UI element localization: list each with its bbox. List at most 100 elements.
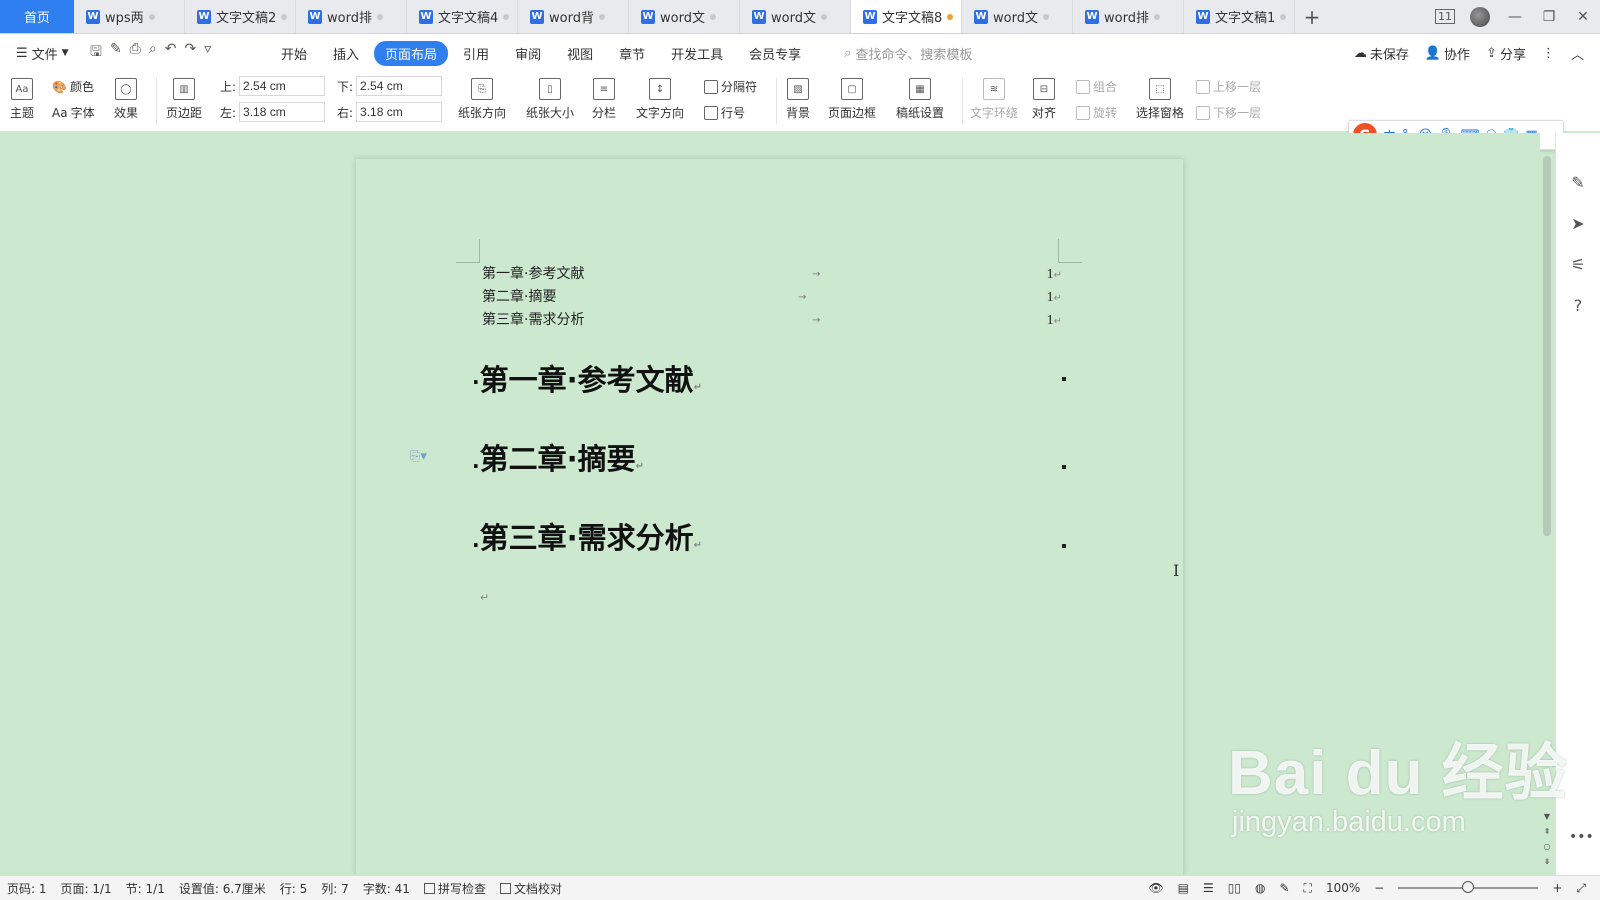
- text-direction-button[interactable]: ↕ 文字方向: [636, 78, 684, 121]
- fullscreen-icon[interactable]: ⤢: [1576, 881, 1586, 896]
- more-icon[interactable]: •••: [1569, 829, 1594, 845]
- selection-pane-button[interactable]: ⬚ 选择窗格: [1136, 78, 1184, 121]
- status-page-num[interactable]: 页码: 1: [0, 880, 54, 897]
- document-tab[interactable]: Wword文: [629, 0, 740, 33]
- menu-tab[interactable]: 引用: [452, 41, 500, 66]
- zoom-in-icon[interactable]: +: [1552, 881, 1562, 895]
- toc-entry[interactable]: 第二章·摘要 → 1↵: [482, 286, 1062, 309]
- document-tab[interactable]: W 文字文稿1: [1184, 0, 1295, 33]
- rotate-button[interactable]: 旋转: [1076, 104, 1117, 121]
- heading-3[interactable]: .第三章·需求分析↵: [472, 515, 702, 557]
- browse-object-icon[interactable]: ○: [1544, 842, 1551, 851]
- menu-tab[interactable]: 章节: [608, 41, 656, 66]
- customize-icon[interactable]: ▿: [204, 41, 211, 65]
- zoom-slider[interactable]: [1398, 881, 1539, 893]
- status-pages[interactable]: 页面: 1/1: [54, 880, 119, 897]
- tab-count-icon[interactable]: 11: [1428, 0, 1462, 34]
- status-position[interactable]: 设置值: 6.7厘米: [172, 880, 273, 897]
- fit-page-icon[interactable]: ⛶: [1304, 881, 1312, 896]
- margin-top-input[interactable]: [239, 76, 326, 96]
- eye-protection-icon[interactable]: 👁: [1148, 881, 1163, 895]
- document-tab[interactable]: Wword排: [1073, 0, 1184, 33]
- more-icon[interactable]: ⋮: [1542, 46, 1555, 61]
- next-page-icon[interactable]: ⇟: [1544, 857, 1551, 866]
- menu-tab[interactable]: 页面布局: [374, 40, 449, 66]
- margin-left-input[interactable]: [239, 102, 326, 122]
- manuscript-button[interactable]: ▦ 稿纸设置: [896, 78, 944, 121]
- align-button[interactable]: ⊟ 对齐: [1032, 78, 1056, 121]
- group-button[interactable]: 组合: [1076, 78, 1117, 95]
- unsaved-button[interactable]: ☁ 未保存: [1354, 44, 1409, 63]
- outline-view-icon[interactable]: ☰: [1203, 881, 1214, 895]
- heading-2[interactable]: .第二章·摘要↵: [472, 436, 644, 478]
- columns-button[interactable]: ≡ 分栏: [592, 78, 616, 121]
- new-tab-button[interactable]: +: [1295, 0, 1329, 33]
- minimize-icon[interactable]: —: [1498, 0, 1532, 34]
- breaks-button[interactable]: 分隔符: [704, 78, 757, 95]
- page-border-button[interactable]: ▢ 页面边框: [828, 78, 876, 121]
- undo-icon[interactable]: ↶: [165, 41, 177, 65]
- send-backward-button[interactable]: 下移一层: [1196, 104, 1261, 121]
- theme-button[interactable]: Aa 主题: [10, 78, 34, 121]
- margins-button[interactable]: ▥ 页边距: [166, 78, 202, 121]
- heading-1[interactable]: ·第一章·参考文献↵: [472, 357, 702, 399]
- background-button[interactable]: ▧ 背景: [786, 78, 810, 121]
- menu-tab[interactable]: 会员专享: [738, 41, 812, 66]
- colors-button[interactable]: 🎨 颜色: [52, 78, 94, 95]
- tab-home[interactable]: 首页: [0, 0, 74, 33]
- help-icon[interactable]: ?: [1574, 296, 1583, 315]
- avatar[interactable]: [1470, 6, 1490, 27]
- share-button[interactable]: ⇪ 分享: [1486, 44, 1526, 63]
- document-tab[interactable]: Wword背: [518, 0, 629, 33]
- print-icon[interactable]: ⎙: [130, 41, 141, 65]
- scrollbar-thumb[interactable]: [1543, 156, 1551, 536]
- status-word-count[interactable]: 字数: 41: [356, 880, 417, 897]
- toc-entry[interactable]: 第一章·参考文献 → 1↵: [482, 263, 1062, 286]
- margin-bottom-input[interactable]: [356, 76, 443, 96]
- save-icon[interactable]: 🖫: [90, 41, 102, 65]
- write-mode-icon[interactable]: ✎: [1279, 881, 1289, 895]
- bring-forward-button[interactable]: 上移一层: [1196, 78, 1261, 95]
- menu-tab[interactable]: 开发工具: [660, 41, 734, 66]
- menu-tab[interactable]: 视图: [556, 41, 604, 66]
- collapse-ribbon-icon[interactable]: ︿: [1571, 44, 1584, 63]
- collaborate-button[interactable]: 👤 协作: [1425, 44, 1470, 63]
- redo-icon[interactable]: ↷: [184, 41, 196, 65]
- document-tab[interactable]: W 文字文稿8: [851, 0, 962, 33]
- close-icon[interactable]: ✕: [1566, 0, 1600, 34]
- margin-right-input[interactable]: [356, 102, 443, 122]
- settings-sliders-icon[interactable]: ⚟: [1571, 255, 1585, 274]
- pen-icon[interactable]: ✎: [1571, 173, 1584, 192]
- document-tab[interactable]: W 文字文稿2: [185, 0, 296, 33]
- pointer-icon[interactable]: ➤: [1571, 214, 1584, 233]
- fonts-button[interactable]: Aa 字体: [52, 104, 95, 121]
- status-section[interactable]: 节: 1/1: [119, 880, 172, 897]
- document-tab[interactable]: Wword文: [740, 0, 851, 33]
- menu-tab[interactable]: 审阅: [504, 41, 552, 66]
- proofread-button[interactable]: 文档校对: [493, 880, 569, 897]
- effects-button[interactable]: ◯ 效果: [114, 78, 138, 121]
- web-view-icon[interactable]: ◍: [1255, 881, 1265, 895]
- document-tab[interactable]: W 文字文稿4: [407, 0, 518, 33]
- menu-tab[interactable]: 开始: [270, 41, 318, 66]
- format-painter-icon[interactable]: ✎: [110, 41, 122, 65]
- line-numbers-button[interactable]: 行号: [704, 104, 745, 121]
- zoom-slider-knob[interactable]: [1462, 881, 1475, 893]
- size-button[interactable]: ▯ 纸张大小: [526, 78, 574, 121]
- file-menu[interactable]: ☰ 文件 ▼: [0, 44, 90, 63]
- page-view-icon[interactable]: ▤: [1178, 881, 1189, 895]
- document-tab[interactable]: Wwps两: [74, 0, 185, 33]
- zoom-out-icon[interactable]: −: [1374, 881, 1384, 895]
- zoom-level[interactable]: 100%: [1326, 881, 1360, 895]
- command-search[interactable]: ⌕ 查找命令、搜索模板: [844, 44, 972, 63]
- reading-view-icon[interactable]: ▯▯: [1228, 881, 1241, 895]
- document-page[interactable]: 第一章·参考文献 → 1↵ 第二章·摘要 → 1↵ 第三章·需求分析 → 1↵ ·第一章·参考文…: [356, 159, 1183, 875]
- menu-tab[interactable]: 插入: [322, 41, 370, 66]
- toc-entry[interactable]: 第三章·需求分析 → 1↵: [482, 309, 1062, 332]
- restore-icon[interactable]: ❐: [1532, 0, 1566, 34]
- paragraph-layout-icon[interactable]: ⎘▾: [410, 449, 427, 464]
- wrap-text-button[interactable]: ≋ 文字环绕: [970, 78, 1018, 121]
- print-preview-icon[interactable]: ⌕: [149, 41, 157, 65]
- spell-check-toggle[interactable]: 拼写检查: [417, 880, 493, 897]
- document-tab[interactable]: Wword文: [962, 0, 1073, 33]
